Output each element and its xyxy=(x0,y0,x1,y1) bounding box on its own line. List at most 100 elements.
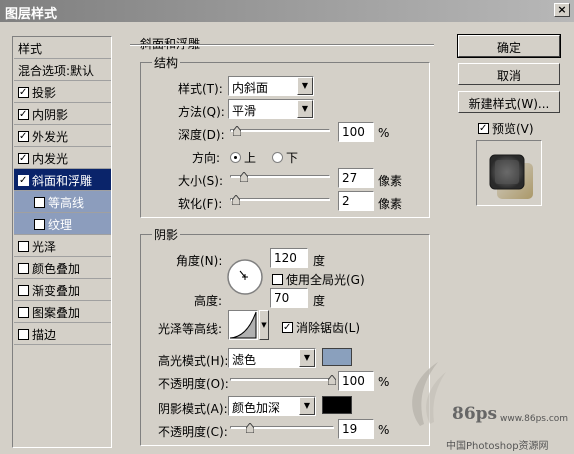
altitude-label: 高度: xyxy=(194,294,223,308)
highlight-mode-label: 高光模式(H): xyxy=(158,354,229,368)
highlight-color-swatch[interactable] xyxy=(322,348,352,366)
soften-slider-track[interactable] xyxy=(230,198,330,201)
blend-options-item[interactable]: 混合选项:默认 xyxy=(14,59,111,81)
shadow-mode-value: 颜色加深 xyxy=(232,401,281,415)
style-item-checkbox[interactable] xyxy=(34,197,45,208)
depth-slider-thumb[interactable] xyxy=(233,126,241,136)
window-title: 图层样式 xyxy=(5,7,58,22)
direction-down-option[interactable]: 下 xyxy=(272,149,298,166)
style-item[interactable]: 外发光 xyxy=(14,125,111,147)
style-item-checkbox[interactable] xyxy=(18,285,29,296)
gloss-contour-preview[interactable] xyxy=(228,310,258,340)
chevron-down-icon: ▼ xyxy=(299,349,315,367)
style-item-checkbox[interactable] xyxy=(34,219,45,230)
style-item[interactable]: 图案叠加 xyxy=(14,301,111,323)
style-label: 样式(T): xyxy=(178,82,223,96)
antialias-option[interactable]: 消除锯齿(L) xyxy=(282,319,360,336)
global-light-option[interactable]: 使用全局光(G) xyxy=(272,271,365,288)
size-slider-thumb[interactable] xyxy=(240,172,248,182)
style-item[interactable]: 投影 xyxy=(14,81,111,103)
preview-option[interactable]: 预览(V) xyxy=(478,120,534,137)
style-item-checkbox[interactable] xyxy=(18,263,29,274)
shadow-mode-label: 阴影模式(A): xyxy=(158,402,228,416)
depth-unit: % xyxy=(378,126,390,140)
size-label: 大小(S): xyxy=(178,174,224,188)
gloss-contour-dropdown-icon[interactable]: ▼ xyxy=(259,310,269,340)
antialias-checkbox[interactable] xyxy=(282,322,293,333)
style-item-label: 外发光 xyxy=(32,130,69,144)
soften-label: 软化(F): xyxy=(178,197,223,211)
style-item-checkbox[interactable] xyxy=(18,175,29,186)
depth-input[interactable]: 100 xyxy=(338,122,374,142)
preview-thumbnail xyxy=(476,140,542,206)
chevron-down-icon: ▼ xyxy=(297,100,313,118)
highlight-opacity-thumb[interactable] xyxy=(328,375,336,385)
style-item[interactable]: 光泽 xyxy=(14,235,111,257)
shadow-color-swatch[interactable] xyxy=(322,396,352,414)
size-input[interactable]: 27 xyxy=(338,168,374,188)
style-item[interactable]: 内阴影 xyxy=(14,103,111,125)
highlight-opacity-track[interactable] xyxy=(230,378,334,381)
style-item-label: 内发光 xyxy=(32,152,69,166)
highlight-opacity-label: 不透明度(O): xyxy=(158,377,229,391)
technique-select[interactable]: 平滑 ▼ xyxy=(228,99,314,119)
shadow-mode-select[interactable]: 颜色加深 ▼ xyxy=(228,396,316,416)
style-list: 样式 混合选项:默认 投影内阴影外发光内发光斜面和浮雕等高线纹理光泽颜色叠加渐变… xyxy=(12,36,112,448)
watermark-site: 中国Photoshop资源网 xyxy=(446,441,549,452)
structure-title: 结构 xyxy=(152,54,181,71)
chevron-down-icon: ▼ xyxy=(299,397,315,415)
style-item[interactable]: 等高线 xyxy=(14,191,111,213)
style-item-label: 光泽 xyxy=(32,240,57,254)
size-unit: 像素 xyxy=(378,174,403,188)
depth-slider-track[interactable] xyxy=(230,129,330,132)
highlight-opacity-input[interactable]: 100 xyxy=(338,371,374,391)
global-light-checkbox[interactable] xyxy=(272,274,283,285)
direction-down-text: 下 xyxy=(286,151,299,165)
style-item-checkbox[interactable] xyxy=(18,109,29,120)
angle-unit: 度 xyxy=(313,254,326,268)
style-select[interactable]: 内斜面 ▼ xyxy=(228,76,314,96)
shadow-opacity-input[interactable]: 19 xyxy=(338,419,374,439)
style-item-checkbox[interactable] xyxy=(18,153,29,164)
style-item[interactable]: 颜色叠加 xyxy=(14,257,111,279)
soften-input[interactable]: 2 xyxy=(338,191,374,211)
style-item-label: 内阴影 xyxy=(32,108,69,122)
direction-up-option[interactable]: 上 xyxy=(230,149,256,166)
direction-label: 方向: xyxy=(192,151,221,165)
cancel-button[interactable]: 取消 xyxy=(458,63,560,85)
style-item[interactable]: 斜面和浮雕 xyxy=(14,169,111,191)
shadow-opacity-thumb[interactable] xyxy=(246,423,254,433)
style-list-header[interactable]: 样式 xyxy=(14,37,111,59)
radio-up[interactable] xyxy=(230,152,241,163)
preview-checkbox[interactable] xyxy=(478,123,489,134)
style-item[interactable]: 内发光 xyxy=(14,147,111,169)
angle-wheel[interactable] xyxy=(226,258,264,296)
section-rule-hl xyxy=(130,45,434,46)
radio-down[interactable] xyxy=(272,152,283,163)
style-item-checkbox[interactable] xyxy=(18,241,29,252)
style-item-label: 描边 xyxy=(32,328,57,342)
style-item[interactable]: 纹理 xyxy=(14,213,111,235)
watermark-feather-icon xyxy=(400,358,450,428)
direction-up-text: 上 xyxy=(244,151,257,165)
altitude-input[interactable]: 70 xyxy=(270,288,308,308)
preview-text: 预览(V) xyxy=(492,122,534,136)
soften-slider-thumb[interactable] xyxy=(232,195,240,205)
style-item-checkbox[interactable] xyxy=(18,87,29,98)
global-light-text: 使用全局光(G) xyxy=(286,273,365,287)
antialias-text: 消除锯齿(L) xyxy=(296,321,361,335)
style-item-checkbox[interactable] xyxy=(18,329,29,340)
style-item[interactable]: 描边 xyxy=(14,323,111,345)
style-item-label: 投影 xyxy=(32,86,57,100)
ok-button[interactable]: 确定 xyxy=(457,34,561,58)
style-select-value: 内斜面 xyxy=(232,81,269,95)
highlight-mode-select[interactable]: 滤色 ▼ xyxy=(228,348,316,368)
new-style-button[interactable]: 新建样式(W)... xyxy=(458,91,560,113)
style-item-checkbox[interactable] xyxy=(18,131,29,142)
angle-input[interactable]: 120 xyxy=(270,248,308,268)
style-item[interactable]: 渐变叠加 xyxy=(14,279,111,301)
style-item-checkbox[interactable] xyxy=(18,307,29,318)
close-button[interactable]: × xyxy=(554,3,570,17)
style-item-label: 斜面和浮雕 xyxy=(32,174,93,188)
altitude-unit: 度 xyxy=(313,294,326,308)
